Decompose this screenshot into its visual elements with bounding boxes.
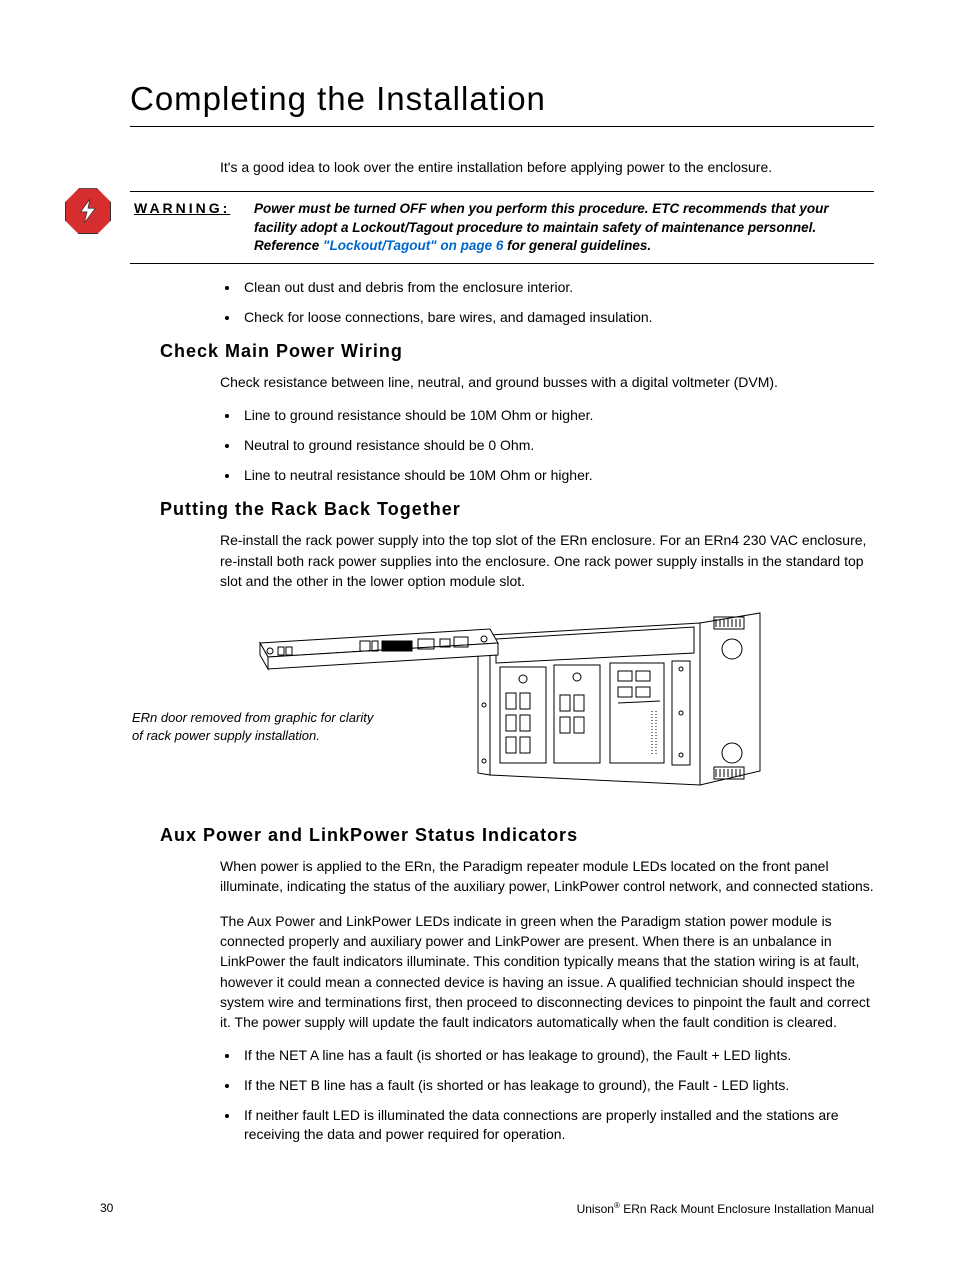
list-item: If neither fault LED is illuminated the … xyxy=(240,1106,874,1145)
page-number: 30 xyxy=(100,1201,113,1216)
rack-text: Re-install the rack power supply into th… xyxy=(220,530,874,591)
rack-figure: ERn door removed from graphic for clarit… xyxy=(220,605,874,805)
doc-prefix: Unison xyxy=(577,1202,614,1216)
warning-callout: WARNING: Power must be turned OFF when y… xyxy=(130,191,874,264)
main-power-list: Line to ground resistance should be 10M … xyxy=(240,406,874,485)
section-heading-aux: Aux Power and LinkPower Status Indicator… xyxy=(160,825,874,846)
aux-list: If the NET A line has a fault (is shorte… xyxy=(240,1046,874,1144)
list-item: Line to neutral resistance should be 10M… xyxy=(240,466,874,486)
power-bolt-icon xyxy=(77,198,99,224)
warning-label: WARNING: xyxy=(130,200,254,255)
page-title: Completing the Installation xyxy=(130,80,874,118)
list-item: Neutral to ground resistance should be 0… xyxy=(240,436,874,456)
warning-text-after: for general guidelines. xyxy=(503,238,651,253)
warning-icon xyxy=(65,188,111,234)
warning-text: Power must be turned OFF when you perfor… xyxy=(254,200,874,255)
list-item: Check for loose connections, bare wires,… xyxy=(240,308,874,328)
main-power-intro: Check resistance between line, neutral, … xyxy=(220,372,874,392)
aux-p2: The Aux Power and LinkPower LEDs indicat… xyxy=(220,911,874,1033)
page-footer: 30 Unison® ERn Rack Mount Enclosure Inst… xyxy=(100,1201,874,1216)
section-heading-main-power: Check Main Power Wiring xyxy=(160,341,874,362)
aux-p1: When power is applied to the ERn, the Pa… xyxy=(220,856,874,897)
doc-suffix: ERn Rack Mount Enclosure Installation Ma… xyxy=(620,1202,874,1216)
doc-title: Unison® ERn Rack Mount Enclosure Install… xyxy=(577,1201,874,1216)
lockout-link[interactable]: "Lockout/Tagout" on page 6 xyxy=(323,238,503,253)
section-heading-rack: Putting the Rack Back Together xyxy=(160,499,874,520)
list-item: If the NET A line has a fault (is shorte… xyxy=(240,1046,874,1066)
rack-illustration xyxy=(220,605,780,795)
list-item: Clean out dust and debris from the enclo… xyxy=(240,278,874,298)
intro-text: It's a good idea to look over the entire… xyxy=(220,157,874,177)
list-item: Line to ground resistance should be 10M … xyxy=(240,406,874,426)
pre-check-list: Clean out dust and debris from the enclo… xyxy=(240,278,874,327)
list-item: If the NET B line has a fault (is shorte… xyxy=(240,1076,874,1096)
